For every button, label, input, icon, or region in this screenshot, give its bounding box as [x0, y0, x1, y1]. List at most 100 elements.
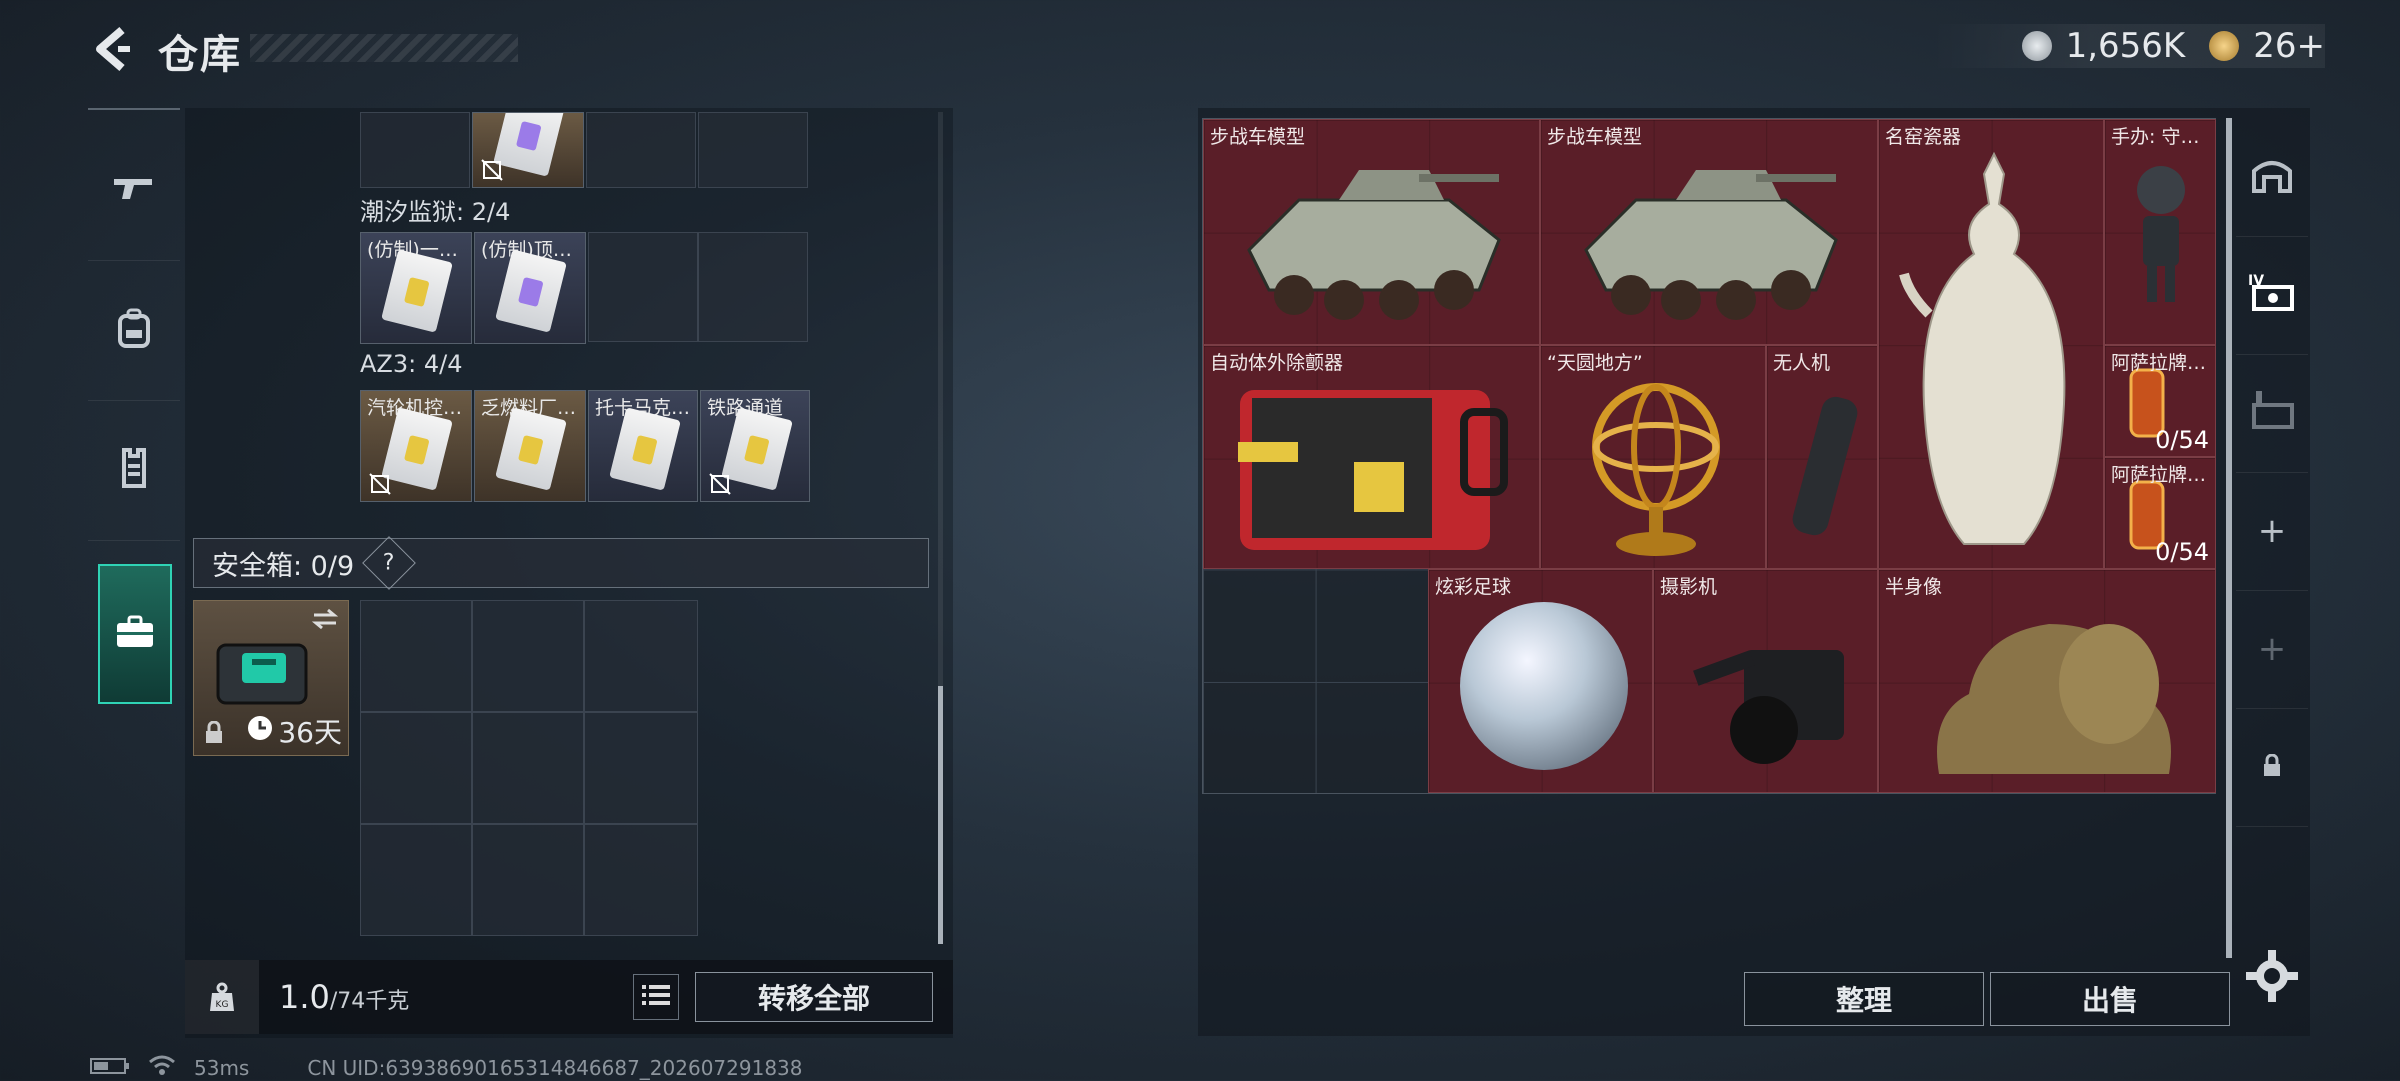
item-card[interactable]: 汽轮机控… [360, 390, 472, 502]
item-camera[interactable]: 摄影机 [1653, 569, 1878, 793]
list-icon [642, 984, 670, 1010]
empty-slot[interactable] [586, 112, 696, 188]
ifv-model-image [1584, 170, 1838, 320]
item-card[interactable] [472, 112, 584, 188]
section-label: 潮汐监狱: 2/4 [360, 198, 511, 226]
item-card[interactable]: (仿制)顶… [474, 232, 586, 344]
safe-slot[interactable] [472, 600, 584, 712]
plus-icon: + [2257, 629, 2287, 669]
item-name: 名窑瓷器 [1885, 126, 1962, 148]
item-card[interactable]: (仿制)一… [360, 232, 472, 344]
armillary-sphere-image [1592, 383, 1720, 556]
weight-readout: 1.0/74千克 [279, 978, 409, 1016]
safe-slot[interactable] [584, 712, 698, 824]
back-arrow-icon[interactable] [88, 24, 138, 74]
empty-slot[interactable] [588, 232, 698, 342]
safe-slot[interactable] [472, 824, 584, 936]
safe-slot[interactable] [584, 600, 698, 712]
item-ifv-model[interactable]: 步战车模型 [1203, 119, 1540, 345]
right-scrollbar-thumb[interactable] [2226, 118, 2232, 958]
safe-case-image [216, 643, 308, 705]
item-name: 摄影机 [1660, 576, 1718, 598]
item-figurine[interactable]: 手办: 守… [2104, 119, 2216, 345]
bust-image [1937, 624, 2171, 774]
silver-amount: 1,656K [2065, 26, 2186, 66]
item-card[interactable]: 乏燃料厂… [474, 390, 586, 502]
item-aed[interactable]: 自动体外除颤器 [1203, 345, 1540, 569]
item-drone[interactable]: 无人机 [1766, 345, 1878, 569]
porcelain-vase-image [1899, 151, 2066, 545]
item-porcelain[interactable]: 名窑瓷器 [1878, 119, 2104, 569]
tab-storage-home[interactable] [2236, 118, 2308, 237]
expiry-timer: 36天 [246, 711, 342, 751]
empty-slot[interactable] [360, 112, 470, 188]
add-tab-button[interactable]: + [2236, 472, 2308, 591]
title-decoration [250, 34, 518, 62]
warehouse-icon [2250, 153, 2294, 202]
nav-safe-case[interactable] [98, 564, 172, 704]
status-line: 53ms CN UID:6393869016531484668​7_202607… [90, 1054, 803, 1081]
weight-kg-icon: KG [185, 960, 259, 1034]
item-bust[interactable]: 半身像 [1878, 569, 2216, 793]
item-name: 半身像 [1885, 576, 1943, 598]
empty-slot[interactable] [698, 112, 808, 188]
left-scrollbar-thumb[interactable] [938, 686, 943, 944]
item-name: 手办: 守… [2111, 126, 2200, 148]
aed-image [1238, 390, 1508, 550]
help-icon: ? [383, 550, 395, 576]
case-icon [115, 615, 155, 653]
tab-storage-locked[interactable] [2236, 354, 2308, 473]
safe-slot[interactable] [472, 712, 584, 824]
nav-backpack[interactable] [88, 260, 180, 401]
sell-button[interactable]: 出售 [1990, 972, 2230, 1026]
item-name: 阿萨拉牌… [2111, 464, 2207, 486]
safe-box-item[interactable]: 36天 [193, 600, 349, 756]
swap-icon[interactable] [310, 607, 340, 635]
safe-slot[interactable] [584, 824, 698, 936]
safe-slot[interactable] [360, 600, 472, 712]
locked-tab[interactable] [2236, 708, 2308, 827]
gold-amount[interactable]: 26+ [2253, 26, 2325, 66]
nav-vest[interactable] [88, 400, 180, 541]
item-asala-card[interactable]: 阿萨拉牌… 0/54 [2104, 345, 2216, 457]
item-ifv-model[interactable]: 步战车模型 [1540, 119, 1878, 345]
safe-slot[interactable] [360, 712, 472, 824]
uid-text: CN UID:6393869016531484668​7_20260729183… [307, 1055, 803, 1080]
empty-slot[interactable] [698, 232, 808, 342]
battery-icon [90, 1056, 130, 1080]
item-name: 阿萨拉牌… [2111, 352, 2207, 374]
storage-iv-icon: IV [2246, 269, 2298, 322]
help-button[interactable]: ? [362, 536, 417, 590]
drone-image [1792, 396, 1858, 536]
item-card[interactable]: 托卡马克… [588, 390, 698, 502]
item-name: 无人机 [1773, 352, 1831, 374]
item-count: 0/54 [2155, 426, 2209, 454]
page-title: 仓库 [158, 32, 242, 78]
wifi-icon [148, 1054, 176, 1081]
item-card[interactable]: 铁路通道 [700, 390, 810, 502]
nav-gun[interactable] [88, 120, 180, 261]
item-armillary[interactable]: “天圆地方” [1540, 345, 1766, 569]
settings-gear-icon[interactable] [2246, 950, 2298, 1002]
section-label: AZ3: 4/4 [360, 350, 463, 378]
clock-icon [246, 714, 274, 749]
item-name: 炫彩足球 [1435, 576, 1512, 598]
item-name: 步战车模型 [1210, 126, 1306, 148]
item-iridescent-football[interactable]: 炫彩足球 [1428, 569, 1653, 793]
list-view-button[interactable] [633, 974, 679, 1020]
weight-value: 1.0 [279, 978, 330, 1016]
ping-text: 53ms [194, 1055, 250, 1080]
safe-slot[interactable] [360, 824, 472, 936]
item-asala-card[interactable]: 阿萨拉牌… 0/54 [2104, 457, 2216, 569]
safe-box-label: 安全箱: 0/9 [212, 550, 355, 582]
sort-button[interactable]: 整理 [1744, 972, 1984, 1026]
figurine-image [2137, 166, 2185, 302]
weight-bar: KG 1.0/74千克 转移全部 [185, 960, 953, 1034]
item-name: 步战车模型 [1547, 126, 1643, 148]
tab-storage-iv[interactable]: IV [2236, 236, 2308, 355]
add-tab-button-disabled[interactable]: + [2236, 590, 2308, 709]
transfer-all-button[interactable]: 转移全部 [695, 972, 933, 1022]
ifv-model-image [1247, 170, 1501, 320]
no-carry-icon [709, 473, 731, 495]
item-count: 0/54 [2155, 538, 2209, 566]
